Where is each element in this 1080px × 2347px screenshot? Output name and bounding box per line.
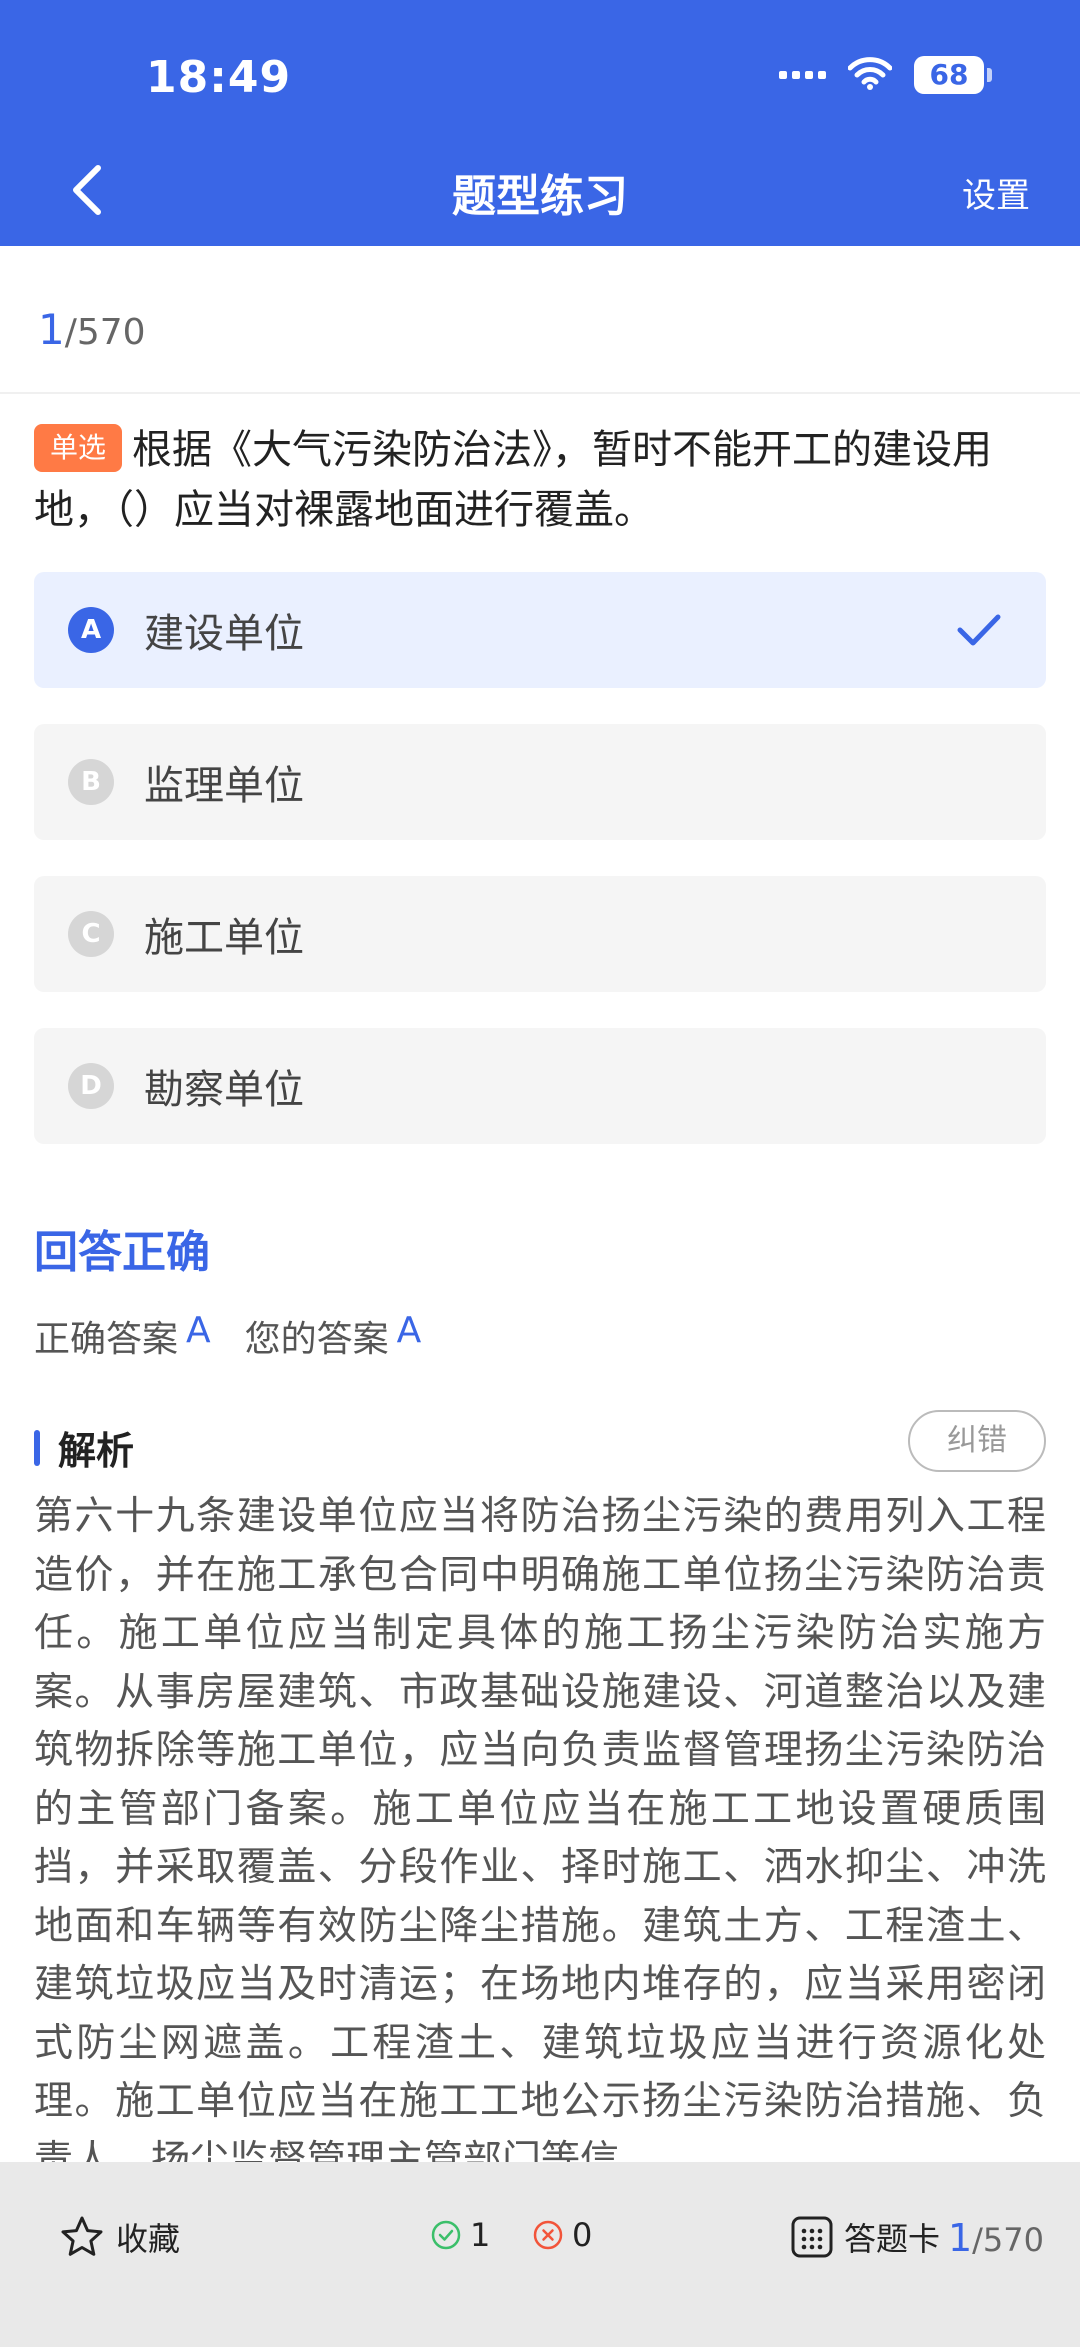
- correct-count-value: 1: [470, 2216, 491, 2254]
- option-letter: A: [68, 607, 114, 653]
- analysis-accent-bar: [34, 1429, 40, 1466]
- settings-button[interactable]: 设置: [962, 168, 1030, 217]
- question-progress: 1/570: [38, 305, 146, 354]
- option-text: 建设单位: [144, 611, 304, 657]
- progress-current: 1: [38, 305, 65, 354]
- analysis-title: 解析: [58, 1429, 135, 1473]
- option-letter: B: [68, 759, 114, 805]
- wrong-count: 0: [532, 2216, 592, 2254]
- result-title: 回答正确: [34, 1227, 210, 1278]
- analysis-header: 解析: [34, 1420, 134, 1475]
- bottom-progress-current: 1: [947, 2216, 973, 2260]
- page-title: 题型练习: [452, 171, 628, 222]
- answer-card-label: 答题卡: [844, 2220, 941, 2258]
- header: 18:49 68 题型练习 设置: [0, 0, 1080, 246]
- option-letter: D: [68, 1063, 114, 1109]
- app-root: 18:49 68 题型练习 设置 1/570 单选 根据《大气污染防治法》，暂时…: [0, 0, 1080, 2347]
- analysis-text: 第六十九条建设单位应当将防治扬尘污染的费用列入工程造价，并在施工承包合同中明确施…: [34, 1494, 1046, 2168]
- status-icons: 68: [779, 56, 992, 94]
- report-error-button[interactable]: 纠错: [908, 1410, 1046, 1472]
- option-b[interactable]: B 监理单位: [34, 724, 1046, 840]
- your-answer-label: 您的答案: [244, 1319, 389, 1360]
- status-time: 18:49: [146, 52, 292, 103]
- correct-count: 1: [430, 2216, 490, 2254]
- answer-summary: 正确答案 A 您的答案 A: [34, 1310, 447, 1362]
- question-type-badge: 单选: [34, 424, 123, 472]
- correct-circle-icon: [431, 2220, 461, 2250]
- question-stem: 单选 根据《大气污染防治法》，暂时不能开工的建设用地，（）应当对裸露地面进行覆盖。: [34, 420, 1044, 540]
- option-d[interactable]: D 勘察单位: [34, 1028, 1046, 1144]
- bottom-progress: 1/570: [948, 2216, 1044, 2260]
- option-c[interactable]: C 施工单位: [34, 876, 1046, 992]
- your-answer-value: A: [396, 1310, 422, 1351]
- star-icon: [61, 2216, 103, 2256]
- wrong-circle-icon: [533, 2220, 563, 2250]
- favorite-label: 收藏: [116, 2220, 181, 2258]
- answer-card-button[interactable]: 答题卡: [790, 2214, 940, 2260]
- grid-icon: [791, 2216, 833, 2258]
- option-text: 施工单位: [144, 915, 304, 961]
- bottom-progress-total: /570: [972, 2221, 1044, 2259]
- battery-icon: 68: [914, 56, 992, 94]
- divider: [0, 392, 1080, 394]
- correct-answer-label: 正确答案: [34, 1319, 179, 1360]
- favorite-button[interactable]: 收藏: [60, 2214, 180, 2260]
- check-icon: [957, 614, 1001, 646]
- question-text: 根据《大气污染防治法》，暂时不能开工的建设用地，（）应当对裸露地面进行覆盖。: [34, 427, 993, 533]
- cellular-signal-icon: [779, 71, 826, 79]
- correct-answer-value: A: [186, 1310, 211, 1351]
- option-letter: C: [68, 911, 114, 957]
- bottom-bar: 收藏 1 0 答题卡 1/570: [0, 2162, 1080, 2347]
- option-text: 监理单位: [144, 763, 304, 809]
- wifi-icon: [847, 56, 893, 94]
- wrong-count-value: 0: [572, 2216, 593, 2254]
- option-text: 勘察单位: [144, 1067, 304, 1113]
- option-a[interactable]: A 建设单位: [34, 572, 1046, 688]
- progress-total: /570: [64, 312, 146, 353]
